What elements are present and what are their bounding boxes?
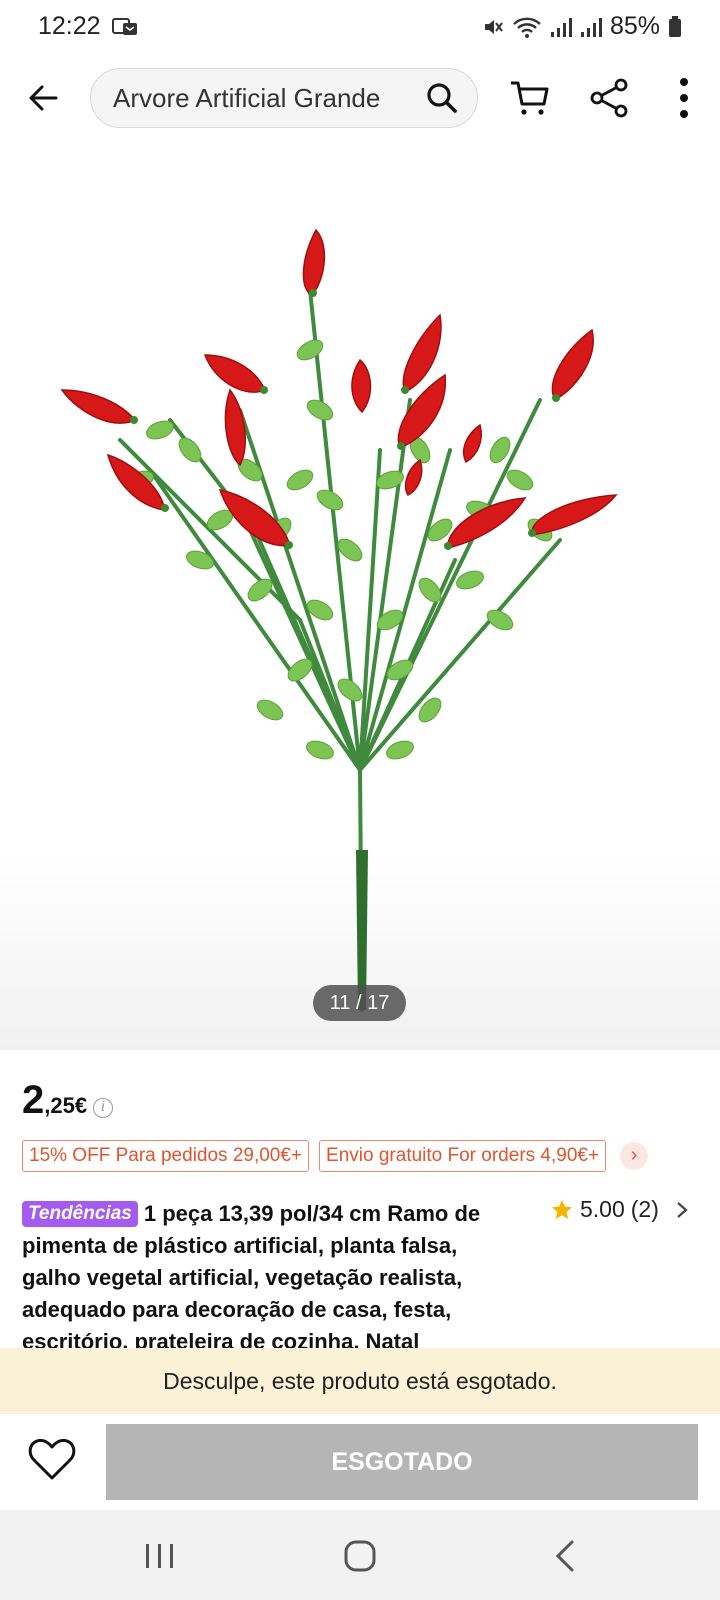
promo-more-chevron-icon[interactable]: ›	[620, 1142, 649, 1170]
price-info-icon[interactable]: i	[93, 1098, 114, 1118]
search-input[interactable]: Arvore Artificial Grande	[90, 68, 478, 128]
pepper-plant-image	[60, 228, 618, 1012]
star-icon	[552, 1199, 572, 1219]
action-bar: ESGOTADO	[0, 1414, 720, 1510]
signal-icon-1	[550, 17, 572, 37]
rating-count: (2)	[630, 1196, 659, 1222]
status-indicators: 85%	[482, 12, 682, 41]
mute-icon	[484, 19, 503, 34]
wifi-icon	[513, 17, 541, 38]
soldout-button[interactable]: ESGOTADO	[106, 1424, 698, 1500]
signal-icon-2	[580, 17, 602, 37]
promo-row[interactable]: 15% OFF Para pedidos 29,00€+ Envio gratu…	[22, 1140, 649, 1172]
trend-badge: Tendências	[22, 1201, 138, 1227]
share-icon[interactable]	[588, 76, 632, 120]
system-back-icon[interactable]	[548, 1536, 582, 1576]
rating-summary[interactable]: 5.00 (2)	[550, 1196, 689, 1223]
promo-free-shipping[interactable]: Envio gratuito For orders 4,90€+	[319, 1140, 607, 1172]
notification-icon	[112, 18, 137, 35]
product-title: Tendências 1 peça 13,39 pol/34 cm Ramo de…	[22, 1198, 522, 1348]
rating-score: 5.00	[580, 1196, 625, 1222]
battery-icon	[669, 15, 681, 37]
home-icon[interactable]	[340, 1536, 380, 1576]
price-integer: 2	[22, 1078, 45, 1122]
chevron-right-icon	[677, 1201, 688, 1218]
promo-discount[interactable]: 15% OFF Para pedidos 29,00€+	[22, 1140, 310, 1172]
back-arrow-icon[interactable]	[22, 76, 66, 120]
battery-level: 85%	[609, 12, 660, 40]
recents-icon[interactable]	[140, 1538, 180, 1574]
cart-icon[interactable]	[508, 76, 552, 120]
price-decimal: ,25€	[44, 1093, 88, 1118]
status-bar: 12:22 85%	[0, 0, 720, 52]
soldout-notice: Desculpe, este produto está esgotado.	[0, 1348, 720, 1414]
search-query: Arvore Artificial Grande	[113, 82, 381, 113]
system-nav-bar	[0, 1510, 720, 1600]
heart-icon[interactable]	[26, 1434, 78, 1486]
price: 2 ,25€ i	[22, 1078, 114, 1123]
product-image[interactable]	[0, 150, 720, 1050]
image-counter: 11 / 17	[313, 985, 406, 1021]
search-icon[interactable]	[425, 81, 459, 115]
more-options-icon[interactable]	[662, 74, 706, 122]
search-header: Arvore Artificial Grande	[0, 60, 720, 136]
status-time: 12:22	[38, 12, 101, 40]
